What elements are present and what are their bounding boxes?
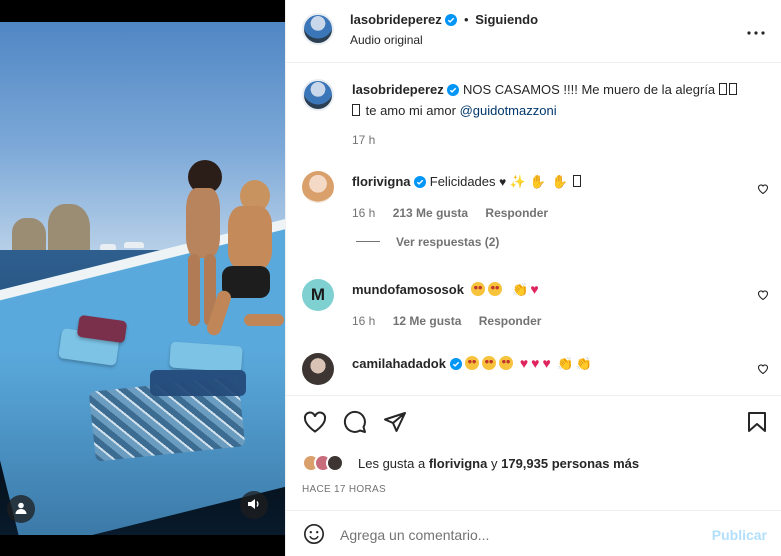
comment-icon [343, 410, 367, 437]
post-timestamp[interactable]: HACE 17 HORAS [302, 484, 386, 495]
separator-dot: • [464, 12, 469, 27]
reply-button[interactable]: Responder [485, 206, 548, 220]
liked-by-avatars[interactable] [302, 452, 358, 474]
post-header: lasobrideperez • Siguiendo Audio origina… [286, 0, 781, 63]
like-comment-button[interactable] [757, 182, 769, 197]
more-options-icon [747, 23, 765, 38]
like-comment-button[interactable] [757, 362, 769, 377]
verified-badge-icon [449, 356, 462, 375]
caption-text: NOS CASAMOS !!!! Me muero de la alegría [463, 82, 716, 97]
caption: lasobrideperez NOS CASAMOS !!!! Me muero… [286, 77, 781, 147]
comment-likes[interactable]: 213 Me gusta [393, 206, 468, 220]
view-replies-button[interactable]: Ver respuestas (2) [396, 235, 499, 249]
commenter-username[interactable]: camilahadadok [352, 356, 446, 371]
caption-avatar[interactable] [302, 79, 334, 111]
yacht [124, 242, 144, 248]
comment-item: M mundofamososok 👏 ♥ 16 h 12 Me gusta Res… [286, 277, 781, 337]
comment-item: camilahadadok ♥ ♥ ♥ 👏 👏 [286, 351, 781, 395]
author-avatar[interactable] [302, 13, 334, 45]
heart-icon [757, 362, 769, 377]
liked-by-user[interactable]: florivigna [429, 456, 488, 471]
action-bar: Les gusta a florivigna y 179,935 persona… [286, 395, 781, 510]
emoji-icon [303, 523, 325, 548]
verified-badge-icon [414, 174, 427, 193]
heart-icon [757, 288, 769, 303]
replies-line [356, 241, 380, 242]
verified-badge-icon [445, 14, 458, 29]
emoji-button[interactable] [302, 523, 326, 547]
comments-list[interactable]: lasobrideperez NOS CASAMOS !!!! Me muero… [286, 63, 781, 395]
person-man-body [228, 206, 272, 270]
mention-link[interactable]: @guidotmazzoni [460, 103, 557, 118]
share-button[interactable] [382, 410, 408, 436]
rock-left [12, 218, 46, 254]
comment-item: florivigna Felicidades ♥ ✨ ✋ ✋ 16 h 213 … [286, 169, 781, 259]
video-frame [0, 22, 285, 535]
save-button[interactable] [745, 410, 769, 436]
like-button[interactable] [302, 410, 328, 436]
likes-count[interactable]: 179,935 personas más [501, 456, 639, 471]
mute-button[interactable] [240, 491, 268, 519]
post-media[interactable] [0, 0, 285, 556]
comment-likes[interactable]: 12 Me gusta [393, 314, 462, 328]
rock-right [48, 204, 90, 254]
like-comment-button[interactable] [757, 288, 769, 303]
post-panel: lasobrideperez • Siguiendo Audio origina… [285, 0, 781, 556]
add-comment-bar: Publicar [286, 510, 781, 556]
publish-button[interactable]: Publicar [712, 527, 767, 543]
caption-text-line2: te amo mi amor [365, 103, 456, 118]
commenter-avatar[interactable] [302, 171, 334, 203]
person-woman-body [186, 188, 220, 258]
more-options-button[interactable] [745, 20, 767, 40]
commenter-avatar[interactable]: M [302, 279, 334, 311]
comment-time[interactable]: 16 h [352, 206, 375, 220]
user-tag-button[interactable] [7, 495, 35, 523]
comment-button[interactable] [342, 410, 368, 436]
towel [150, 370, 246, 396]
sound-icon [247, 497, 261, 514]
reply-button[interactable]: Responder [479, 314, 542, 328]
user-tag-icon [14, 501, 28, 518]
audio-label[interactable]: Audio original [350, 33, 423, 47]
caption-time[interactable]: 17 h [352, 133, 375, 147]
commenter-avatar[interactable] [302, 353, 334, 385]
cushion [169, 341, 243, 373]
author-username[interactable]: lasobrideperez [350, 12, 442, 27]
commenter-username[interactable]: mundofamososok [352, 282, 464, 297]
share-icon [383, 411, 407, 436]
likes-summary: Les gusta a florivigna y 179,935 persona… [358, 456, 640, 471]
bookmark-icon [747, 411, 767, 436]
commenter-username[interactable]: florivigna [352, 174, 411, 189]
comment-text: Felicidades [429, 174, 496, 189]
following-button[interactable]: Siguiendo [475, 12, 538, 27]
verified-badge-icon [447, 82, 460, 101]
heart-icon [303, 411, 327, 436]
comment-time[interactable]: 16 h [352, 314, 375, 328]
heart-icon [757, 182, 769, 197]
caption-username[interactable]: lasobrideperez [352, 82, 444, 97]
comment-input[interactable] [340, 524, 700, 546]
